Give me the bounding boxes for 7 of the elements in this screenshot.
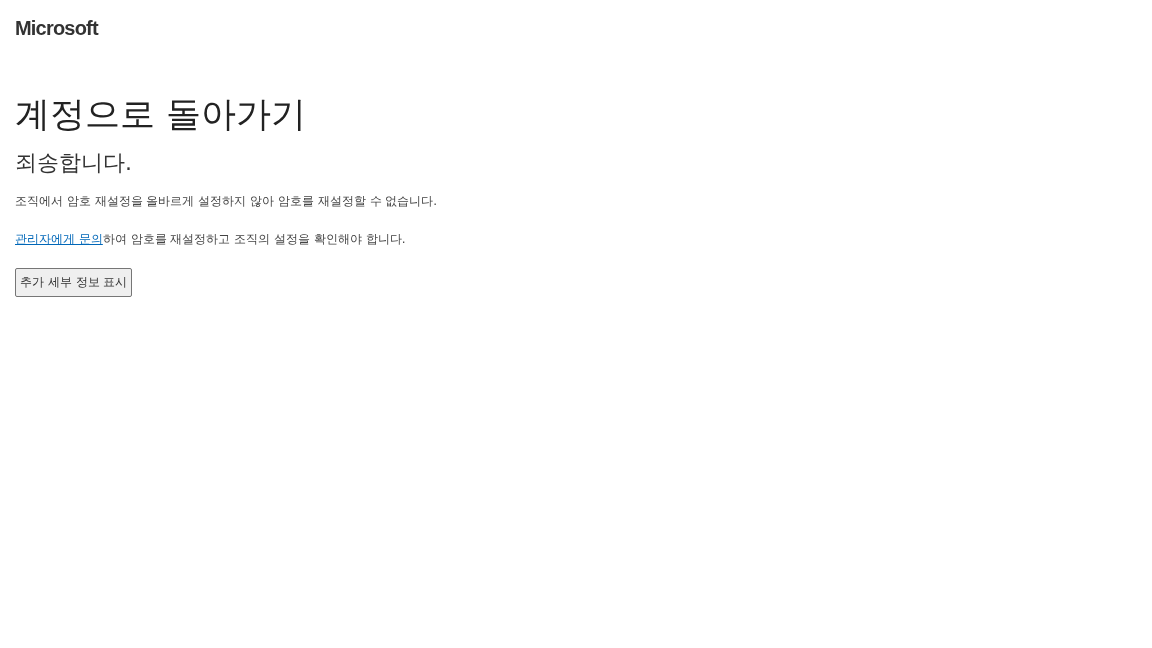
contact-message: 관리자에게 문의하여 암호를 재설정하고 조직의 설정을 확인해야 합니다. [15, 231, 406, 248]
error-message: 조직에서 암호 재설정을 올바르게 설정하지 않아 암호를 재설정할 수 없습니다. [15, 193, 438, 210]
logo: Microsoft [15, 16, 98, 40]
page-title: 계정으로 돌아가기 [15, 93, 307, 136]
show-details-button[interactable]: 추가 세부 정보 표시 [15, 268, 133, 297]
subtitle: 죄송합니다. [15, 149, 132, 177]
contact-admin-link[interactable]: 관리자에게 문의 [15, 232, 103, 246]
